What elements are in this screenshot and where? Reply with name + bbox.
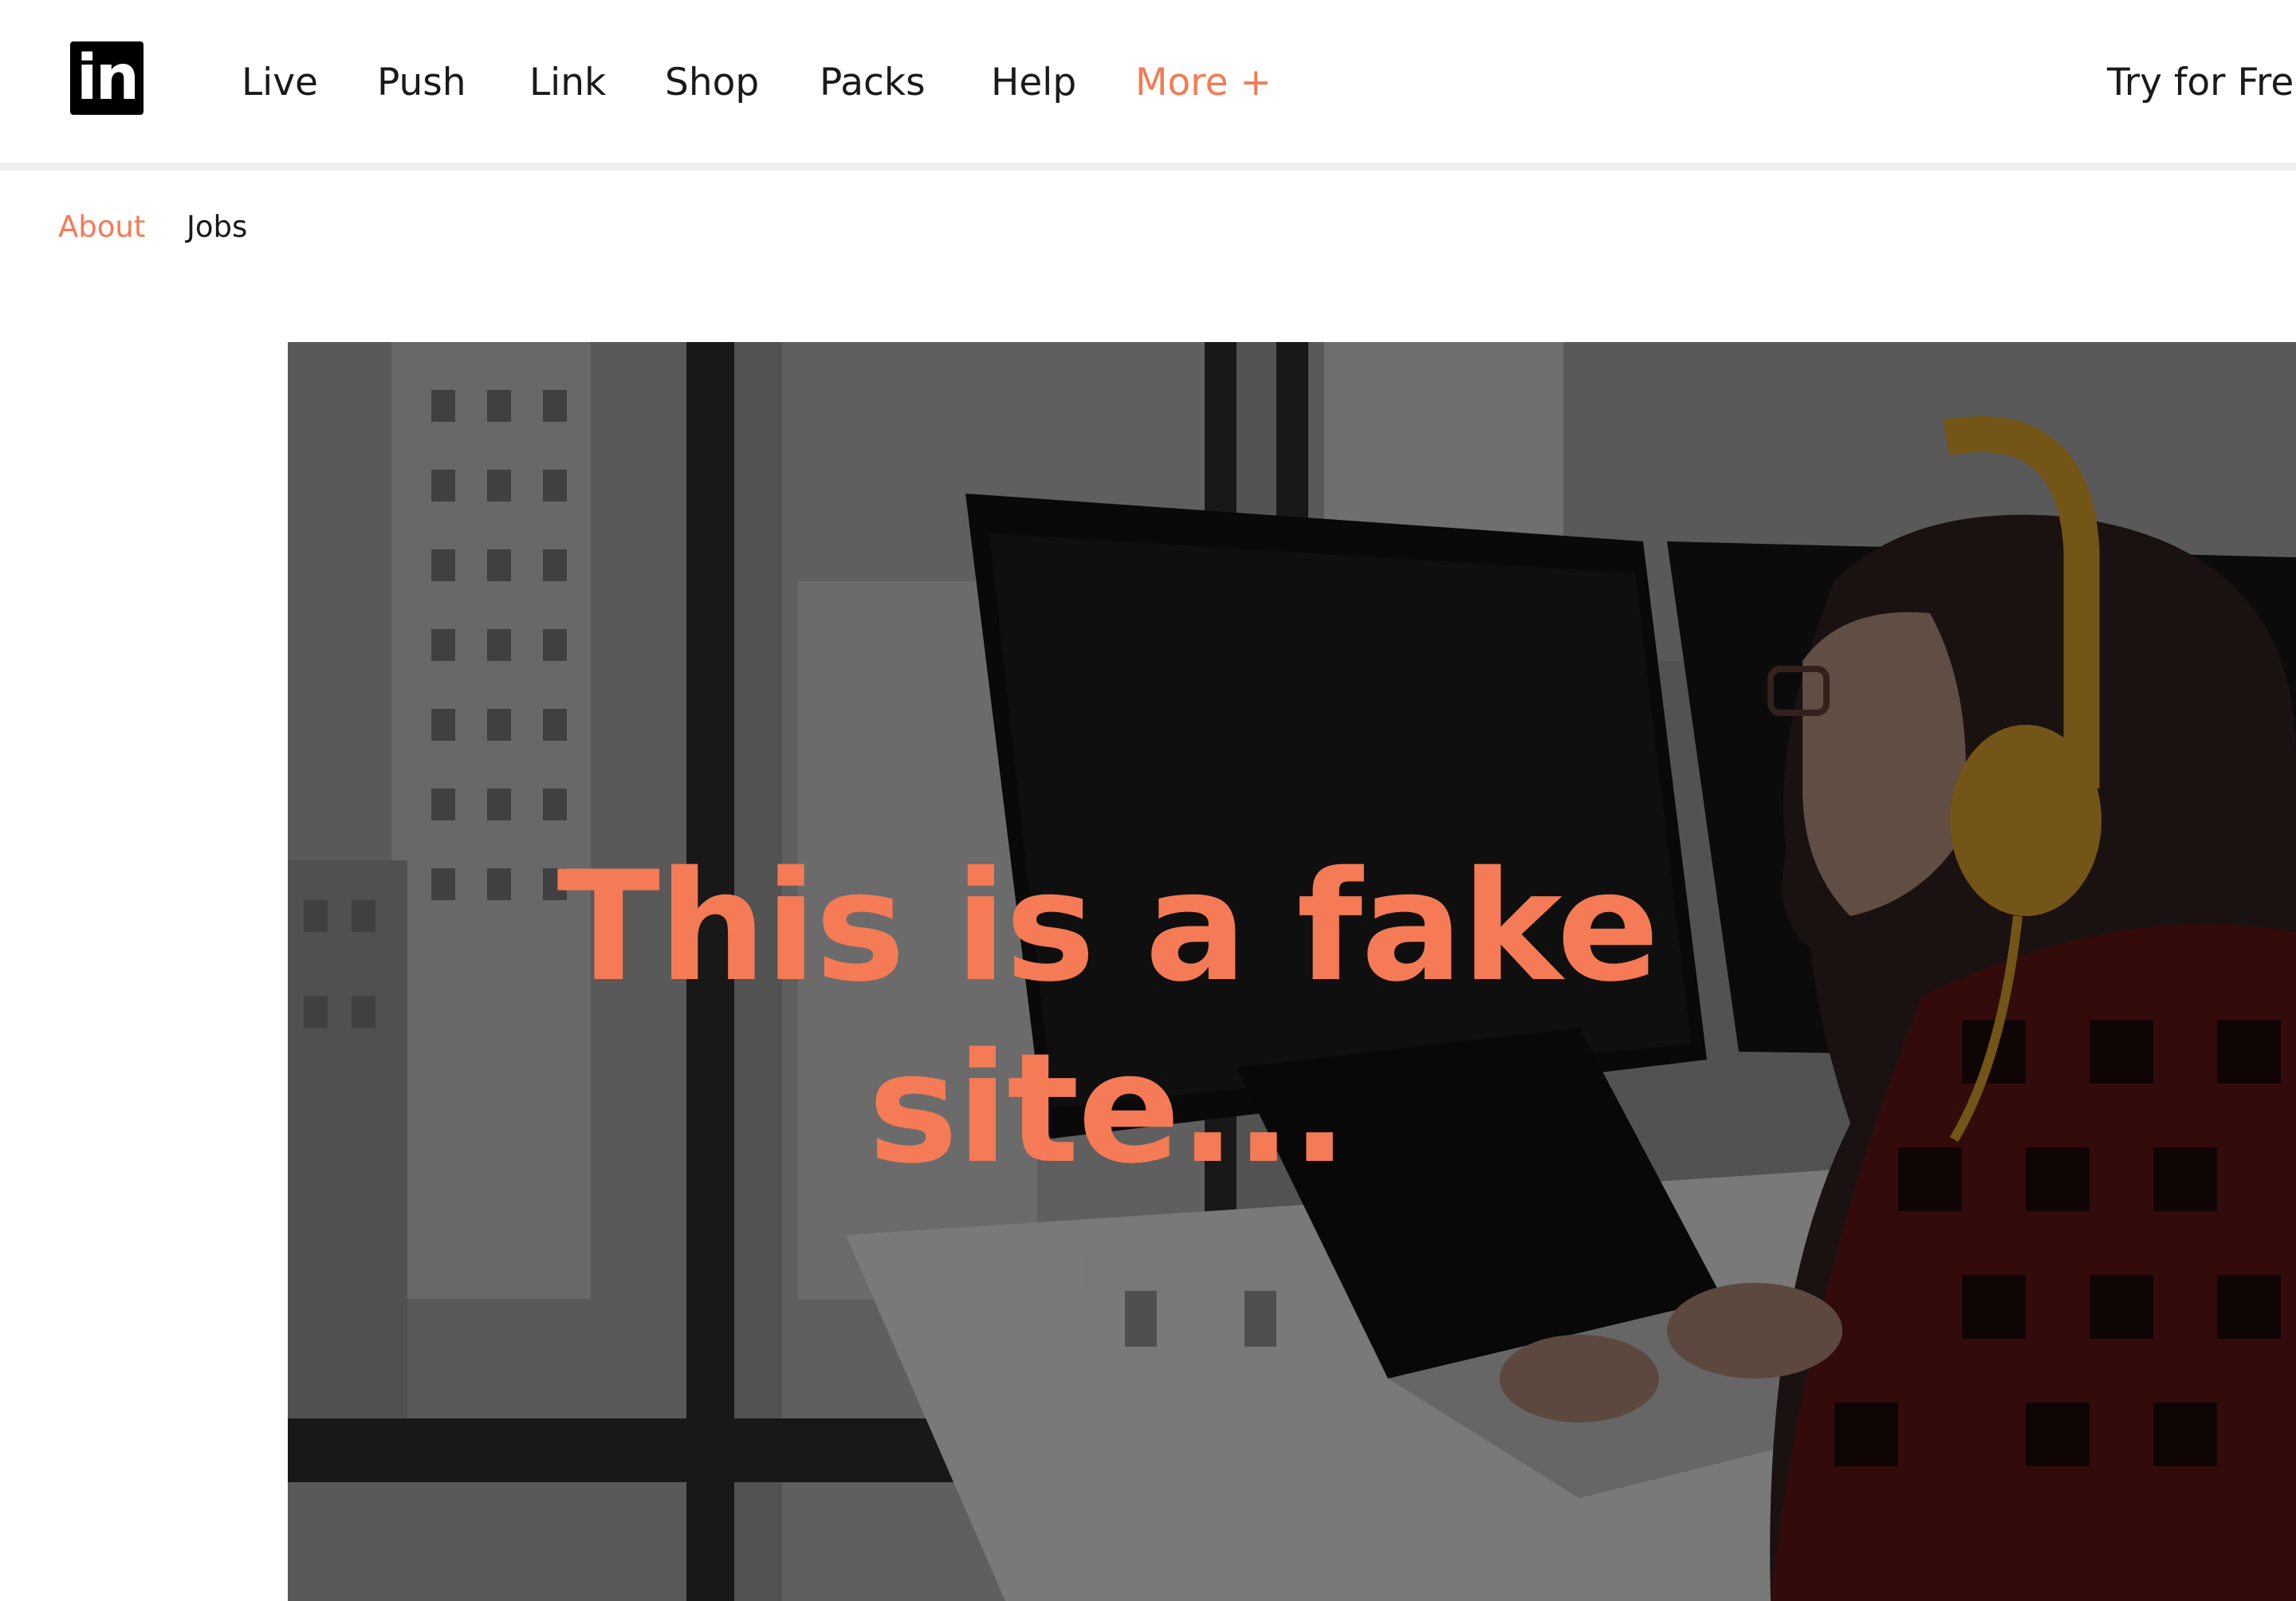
nav-item-packs[interactable]: Packs <box>820 58 926 108</box>
nav-item-link[interactable]: Link <box>529 58 606 108</box>
nav-item-help[interactable]: Help <box>991 58 1076 108</box>
nav-item-more[interactable]: More + <box>1135 58 1272 108</box>
nav-item-shop[interactable]: Shop <box>665 58 759 108</box>
nav-item-live[interactable]: Live <box>242 58 318 108</box>
top-navigation-bar: in Live Push Link Shop Packs Help More +… <box>0 0 2296 163</box>
subnav-item-about[interactable]: About <box>58 209 145 246</box>
subnav-item-jobs[interactable]: Jobs <box>187 209 247 246</box>
hero-headline-line-2: site... <box>867 1021 1348 1197</box>
hero-banner: This is a fake site... <box>288 342 2296 1601</box>
nav-item-push[interactable]: Push <box>377 58 466 108</box>
try-for-free-link[interactable]: Try for Free <box>2107 58 2296 108</box>
linkedin-logo[interactable]: in <box>70 41 144 115</box>
hero-headline: This is a fake site... <box>288 836 1927 1200</box>
hero-headline-line-1: This is a fake <box>556 839 1660 1015</box>
header-divider <box>0 163 2296 171</box>
